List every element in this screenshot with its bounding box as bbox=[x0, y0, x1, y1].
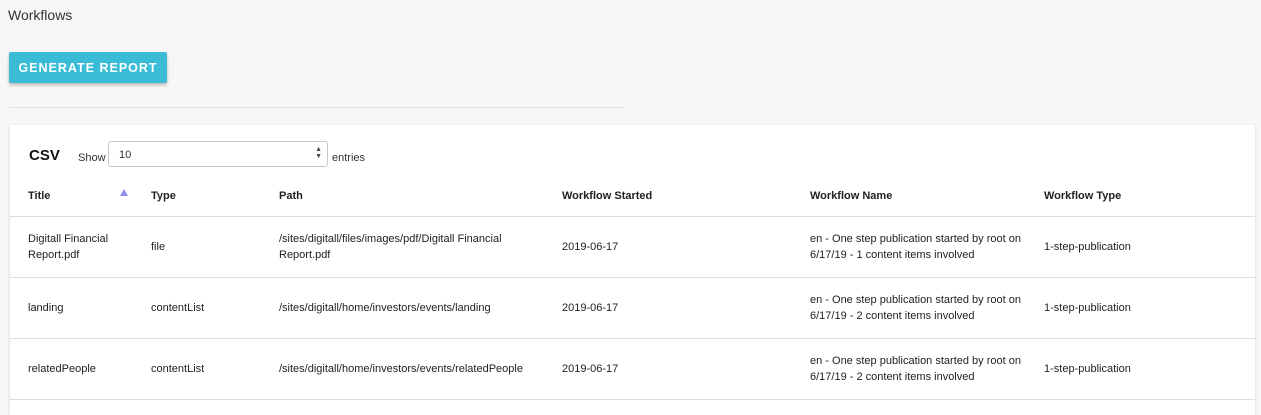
cell-workflow-started: 2019-06-17 bbox=[562, 216, 810, 278]
table-row[interactable]: landing contentList /sites/digitall/home… bbox=[10, 277, 1255, 339]
sort-ascending-icon[interactable] bbox=[120, 189, 128, 196]
entries-select-value: 10 bbox=[119, 149, 132, 161]
cell-path: /sites/digitall/home/investors/events/re… bbox=[279, 338, 562, 400]
generate-report-button[interactable]: GENERATE REPORT bbox=[9, 52, 167, 83]
column-header-label: Title bbox=[28, 189, 51, 202]
column-header-workflow-name[interactable]: Workflow Name bbox=[810, 175, 1044, 217]
table-row[interactable]: relatedPeople contentList /sites/digital… bbox=[10, 338, 1255, 400]
show-label: Show bbox=[78, 152, 106, 164]
cell-path: /sites/digitall/files/images/pdf/Digital… bbox=[279, 216, 562, 278]
cell-workflow-started: 2019-06-17 bbox=[562, 338, 810, 400]
cell-workflow-type: 1-step-publication bbox=[1044, 338, 1255, 400]
cell-type: file bbox=[151, 216, 279, 278]
cell-type: contentList bbox=[151, 338, 279, 400]
table-row[interactable]: Digitall Financial Report.pdf file /site… bbox=[10, 216, 1255, 278]
card-header: CSV Show 10 ▲ ▼ entries bbox=[10, 125, 1255, 175]
cell-workflow-started: 2019-06-17 bbox=[562, 277, 810, 339]
cell-title: landing bbox=[10, 277, 151, 339]
cell-workflow-type: 1-step-publication bbox=[1044, 277, 1255, 339]
column-header-title[interactable]: Title bbox=[10, 175, 151, 217]
page-title: Workflows bbox=[8, 7, 73, 23]
card-title: CSV bbox=[29, 147, 60, 164]
entries-select[interactable]: 10 ▲ ▼ bbox=[108, 141, 328, 167]
cell-workflow-type: 1-step-publication bbox=[1044, 216, 1255, 278]
select-arrows-icon: ▲ ▼ bbox=[315, 146, 322, 160]
csv-card: CSV Show 10 ▲▼ entries Title Type Path bbox=[10, 125, 1255, 415]
cell-path: /sites/digitall/home/investors/events/la… bbox=[279, 277, 562, 339]
cell-workflow-name: en - One step publication started by roo… bbox=[810, 277, 1044, 339]
workflows-table: Title Type Path Workflow Started Workflo… bbox=[10, 175, 1255, 400]
entries-label: entries bbox=[332, 152, 366, 164]
cell-title: relatedPeople bbox=[10, 338, 151, 400]
column-header-label: Workflow Started bbox=[562, 189, 653, 202]
cell-type: contentList bbox=[151, 277, 279, 339]
column-header-workflow-type[interactable]: Workflow Type bbox=[1044, 175, 1255, 217]
column-header-label: Path bbox=[279, 189, 303, 202]
table-header-row: Title Type Path Workflow Started Workflo… bbox=[10, 175, 1255, 217]
column-header-label: Workflow Name bbox=[810, 189, 893, 202]
divider bbox=[9, 107, 625, 108]
cell-title: Digitall Financial Report.pdf bbox=[10, 216, 151, 278]
column-header-label: Type bbox=[151, 189, 176, 202]
column-header-workflow-started[interactable]: Workflow Started bbox=[562, 175, 810, 217]
column-header-label: Workflow Type bbox=[1044, 189, 1122, 202]
column-header-type[interactable]: Type bbox=[151, 175, 279, 217]
cell-workflow-name: en - One step publication started by roo… bbox=[810, 338, 1044, 400]
column-header-path[interactable]: Path bbox=[279, 175, 562, 217]
cell-workflow-name: en - One step publication started by roo… bbox=[810, 216, 1044, 278]
